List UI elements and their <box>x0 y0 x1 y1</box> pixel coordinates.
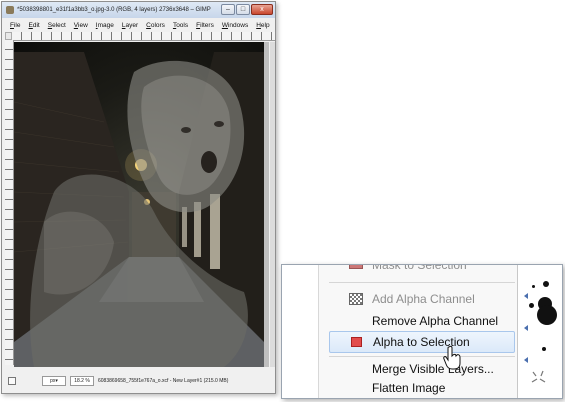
navigate-icon[interactable] <box>8 377 16 385</box>
brush-preview[interactable] <box>537 305 557 325</box>
maximize-button[interactable]: □ <box>236 4 250 15</box>
menu-item-alpha-to-selection[interactable]: Alpha to Selection <box>329 331 515 353</box>
menu-bar: File Edit Select View Image Layer Colors… <box>2 20 275 32</box>
image-canvas[interactable] <box>14 42 264 367</box>
menu-select[interactable]: Select <box>48 20 66 32</box>
menu-filters[interactable]: Filters <box>196 20 214 32</box>
red-square-icon <box>351 337 362 347</box>
unit-select[interactable]: px▾ <box>42 376 66 386</box>
window-1 <box>182 207 187 247</box>
brush-preview[interactable] <box>542 347 546 351</box>
brushes-panel <box>520 265 562 398</box>
window-controls: – □ x <box>221 4 273 15</box>
menu-item-merge-visible-layers[interactable]: Merge Visible Layers... <box>329 359 515 379</box>
menu-layer[interactable]: Layer <box>122 20 138 32</box>
panel-arrow-icon <box>524 357 528 363</box>
brush-preview[interactable] <box>543 281 549 287</box>
menu-separator <box>329 282 515 283</box>
title-bar[interactable]: *5038398801_e31f1a3bb3_o.jpg-3.0 (RGB, 4… <box>2 2 275 18</box>
status-bar: px▾ 18.2 % 6083869658_755f1e767a_o.xcf -… <box>2 374 275 388</box>
scatter-brush-icon[interactable] <box>530 369 548 385</box>
quick-mask-toggle[interactable] <box>5 32 12 40</box>
panel-arrow-icon <box>524 325 528 331</box>
layer-menu-inset: Mask to Selection Add Alpha Channel Remo… <box>281 264 563 399</box>
brush-preview[interactable] <box>532 285 535 288</box>
menu-separator <box>329 356 515 357</box>
menu-item-flatten-image[interactable]: Flatten Image <box>329 378 515 398</box>
menu-colors[interactable]: Colors <box>146 20 165 32</box>
vertical-scrollbar[interactable] <box>270 42 275 367</box>
menu-item-add-alpha-channel[interactable]: Add Alpha Channel <box>329 289 515 309</box>
window-title: *5038398801_e31f1a3bb3_o.jpg-3.0 (RGB, 4… <box>17 7 211 13</box>
gimp-image-window: *5038398801_e31f1a3bb3_o.jpg-3.0 (RGB, 4… <box>1 1 276 394</box>
checker-icon <box>349 293 363 305</box>
vertical-ruler[interactable] <box>5 40 14 365</box>
menu-item-mask-to-selection[interactable]: Mask to Selection <box>329 265 515 275</box>
brush-preview[interactable] <box>529 303 534 308</box>
canvas-area[interactable] <box>14 42 269 367</box>
layer-context-menu: Mask to Selection Add Alpha Channel Remo… <box>318 265 518 398</box>
panel-arrow-icon <box>524 293 528 299</box>
window-3 <box>210 194 220 269</box>
zoom-select[interactable]: 18.2 % <box>70 376 94 386</box>
menu-item-remove-alpha-channel[interactable]: Remove Alpha Channel <box>329 311 515 331</box>
menu-tools[interactable]: Tools <box>173 20 188 32</box>
status-message: 6083869658_755f1e767a_o.xcf - New Layer#… <box>98 378 229 384</box>
gimp-app-icon <box>6 6 14 14</box>
menu-image[interactable]: Image <box>96 20 114 32</box>
horizontal-ruler[interactable] <box>12 32 275 41</box>
hand-cursor-icon <box>443 345 461 370</box>
menu-windows[interactable]: Windows <box>222 20 248 32</box>
mask-icon <box>349 265 363 269</box>
minimize-button[interactable]: – <box>221 4 235 15</box>
menu-view[interactable]: View <box>74 20 88 32</box>
composite-photo <box>14 52 264 367</box>
menu-file[interactable]: File <box>10 20 21 32</box>
close-button[interactable]: x <box>251 4 273 15</box>
menu-help[interactable]: Help <box>256 20 269 32</box>
menu-edit[interactable]: Edit <box>29 20 40 32</box>
